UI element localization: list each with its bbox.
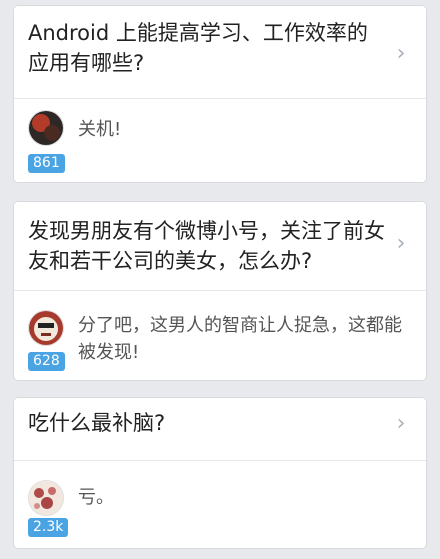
divider (14, 290, 426, 291)
vote-count-badge[interactable]: 2.3k (28, 518, 69, 537)
question-card-2[interactable]: 发现男朋友有个微博小号，关注了前女友和若干公司的美女，怎么办? › 分了吧，这男… (14, 202, 426, 380)
answer-text[interactable]: 亏。 (78, 484, 406, 511)
question-title[interactable]: 吃什么最补脑? (28, 408, 386, 438)
chevron-right-icon[interactable]: › (388, 40, 414, 66)
question-title[interactable]: Android 上能提高学习、工作效率的应用有哪些? (28, 18, 386, 78)
avatar[interactable] (28, 110, 64, 146)
avatar[interactable] (28, 310, 64, 346)
chevron-right-icon[interactable]: › (388, 230, 414, 256)
vote-count-badge[interactable]: 861 (28, 154, 65, 173)
question-card-3[interactable]: 吃什么最补脑? › 亏。 2.3k (14, 398, 426, 548)
chevron-right-icon[interactable]: › (388, 410, 414, 436)
divider (14, 98, 426, 99)
vote-count-badge[interactable]: 628 (28, 352, 65, 371)
divider (14, 460, 426, 461)
question-card-1[interactable]: Android 上能提高学习、工作效率的应用有哪些? › 关机! 861 (14, 6, 426, 182)
avatar[interactable] (28, 480, 64, 516)
answer-text[interactable]: 关机! (78, 116, 406, 143)
answer-text[interactable]: 分了吧，这男人的智商让人捉急，这都能被发现! (78, 312, 406, 366)
question-title[interactable]: 发现男朋友有个微博小号，关注了前女友和若干公司的美女，怎么办? (28, 216, 386, 276)
